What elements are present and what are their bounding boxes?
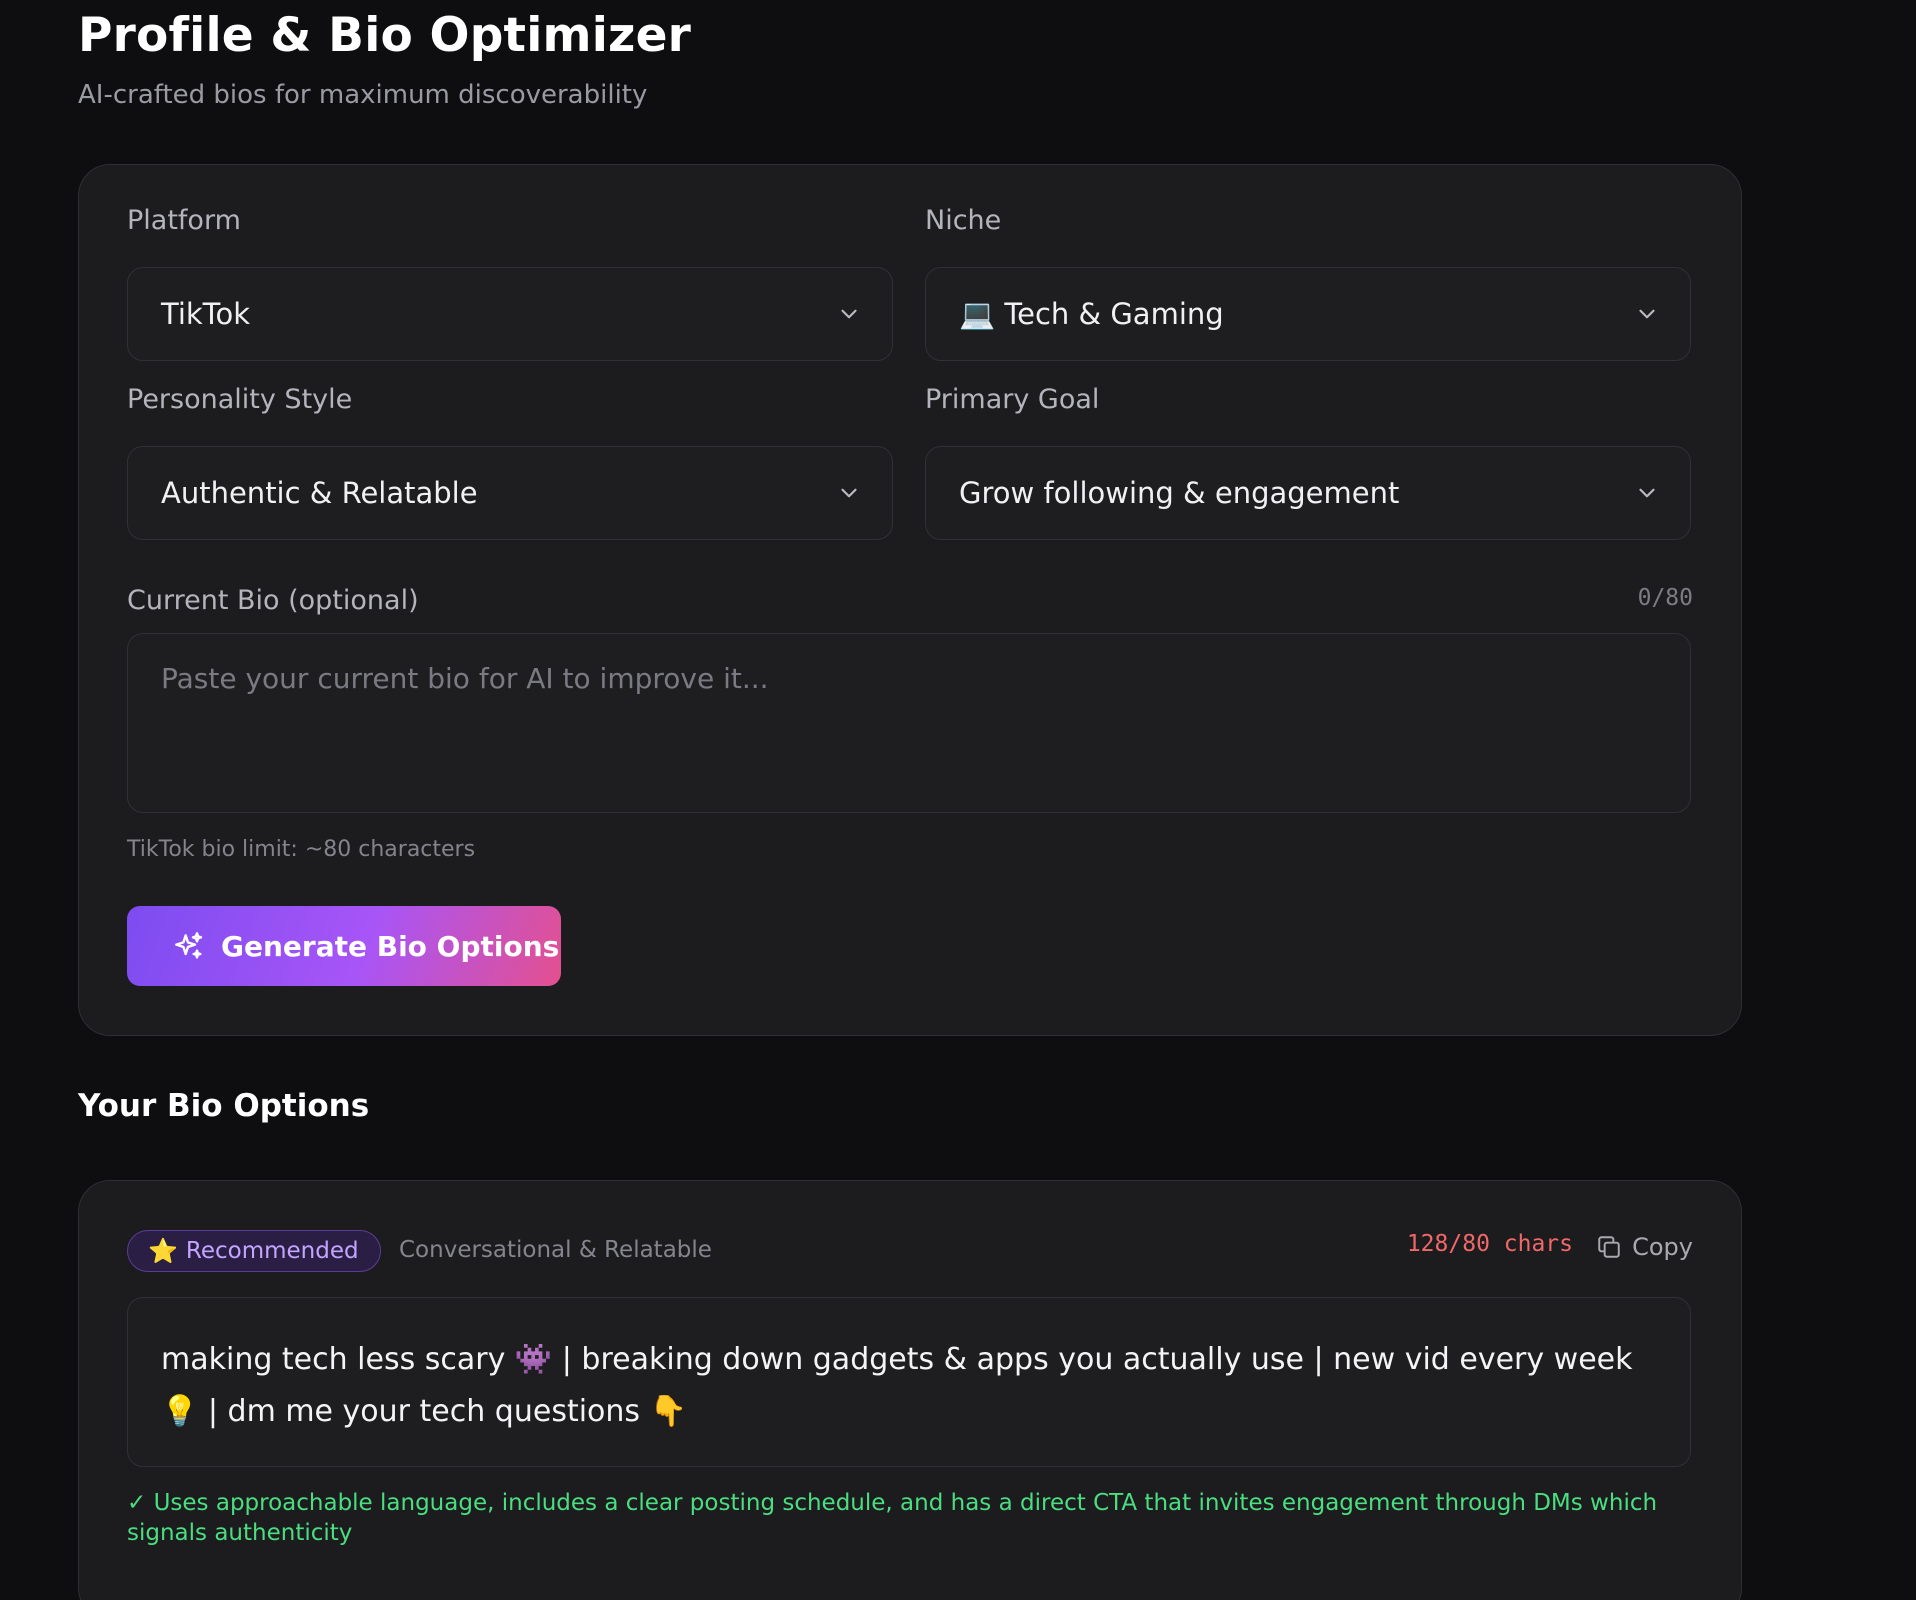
platform-select-value: TikTok (161, 297, 250, 331)
page-subtitle: AI-crafted bios for maximum discoverabil… (78, 80, 648, 110)
bio-char-count: 128/80 chars (1406, 1231, 1573, 1257)
goal-label: Primary Goal (925, 384, 1100, 415)
platform-select[interactable]: TikTok (127, 267, 893, 361)
bio-options-heading: Your Bio Options (78, 1088, 370, 1124)
bio-optimizer-page: Profile & Bio Optimizer AI-crafted bios … (0, 0, 1916, 1600)
platform-label: Platform (127, 205, 241, 236)
bio-text: making tech less scary 👾 | breaking down… (127, 1297, 1691, 1467)
niche-select-value: 💻 Tech & Gaming (959, 296, 1224, 331)
bio-option-card: ⭐ Recommended Conversational & Relatable… (78, 1180, 1742, 1600)
chevron-down-icon (841, 309, 857, 319)
recommended-badge: ⭐ Recommended (127, 1230, 381, 1272)
goal-select-value: Grow following & engagement (959, 476, 1400, 510)
generate-bio-button[interactable]: Generate Bio Options (127, 906, 561, 986)
personality-select-value: Authentic & Relatable (161, 476, 478, 510)
copy-bio-button[interactable]: Copy (1596, 1227, 1693, 1267)
page-title: Profile & Bio Optimizer (78, 8, 692, 63)
chevron-down-icon (841, 488, 857, 498)
bio-limit-hint: TikTok bio limit: ~80 characters (127, 837, 476, 862)
bio-rationale: ✓ Uses approachable language, includes a… (127, 1490, 1658, 1546)
bio-style-label: Conversational & Relatable (399, 1237, 712, 1263)
copy-icon (1598, 1236, 1620, 1258)
generate-bio-button-label: Generate Bio Options (221, 929, 560, 963)
current-bio-textarea[interactable] (127, 633, 1691, 813)
niche-label: Niche (925, 205, 1002, 236)
bio-form-card: Platform TikTok Niche 💻 Tech & Gaming Pe… (78, 164, 1742, 1036)
current-bio-label: Current Bio (optional) (127, 585, 419, 616)
personality-label: Personality Style (127, 384, 353, 415)
niche-select[interactable]: 💻 Tech & Gaming (925, 267, 1691, 361)
sparkles-icon (175, 932, 203, 959)
goal-select[interactable]: Grow following & engagement (925, 446, 1691, 540)
current-bio-char-count: 0/80 (1637, 585, 1693, 611)
personality-select[interactable]: Authentic & Relatable (127, 446, 893, 540)
star-icon: ⭐ (148, 1237, 178, 1265)
copy-bio-button-label: Copy (1632, 1233, 1693, 1261)
chevron-down-icon (1639, 309, 1655, 319)
recommended-badge-label: Recommended (185, 1238, 359, 1264)
chevron-down-icon (1639, 488, 1655, 498)
